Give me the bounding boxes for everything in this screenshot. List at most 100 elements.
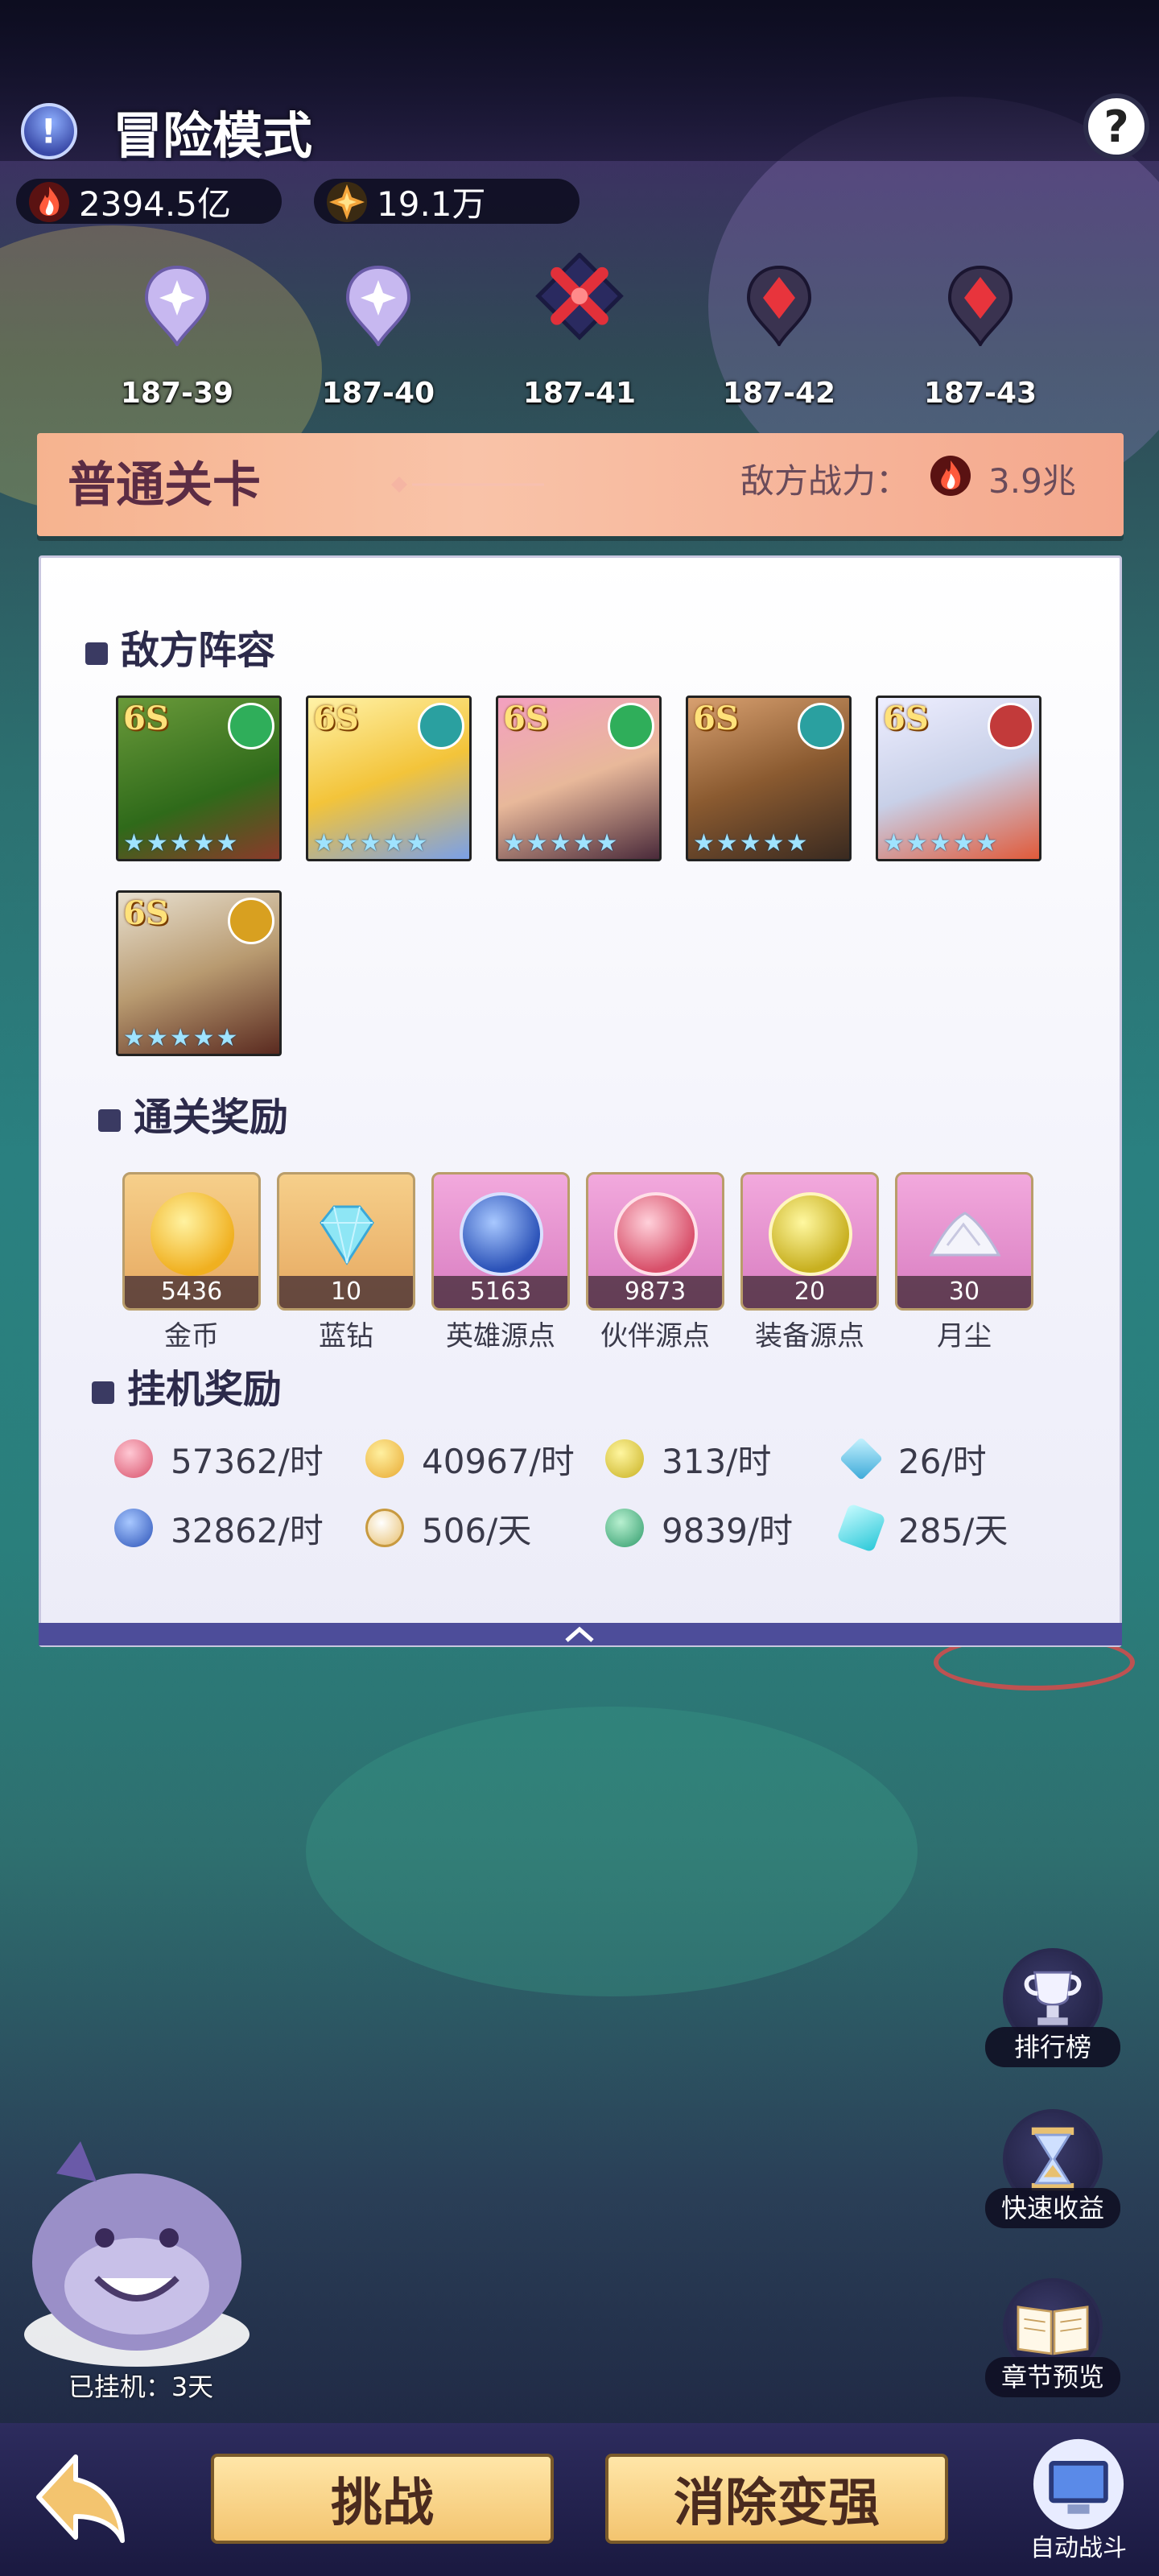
fire-power-icon — [29, 182, 69, 222]
stage-type-title: 普通关卡 — [68, 457, 261, 514]
stage-label: 187-43 — [923, 377, 1037, 410]
stage-banner: 普通关卡 敌方战力： 3.9兆 — [37, 433, 1124, 536]
reward-label: 月尘 — [937, 1320, 992, 1352]
partner-essence-icon — [114, 1439, 153, 1478]
stage-marker[interactable]: 187-43 — [916, 266, 1045, 419]
stage-label: 187-42 — [722, 377, 836, 410]
back-arrow-icon[interactable] — [27, 2446, 132, 2550]
light-faction-icon — [228, 898, 274, 944]
reward-label: 蓝钻 — [319, 1320, 373, 1352]
auto-battle-button[interactable]: 自动战斗 — [1021, 2438, 1136, 2562]
hero-grade-badge: 6S — [883, 700, 929, 737]
hero-stars: ★★★★★ — [883, 829, 1000, 857]
cleared-stage-icon — [144, 266, 210, 346]
idle-reward-value: 32862/时 — [171, 1510, 324, 1550]
chapter-preview-button[interactable]: 章节预览 — [985, 2278, 1120, 2413]
stage-marker[interactable]: 187-42 — [715, 266, 843, 419]
bg-decor — [306, 1707, 918, 1996]
enemy-hero-card[interactable]: 6S ★★★★★ — [116, 696, 282, 861]
star-crystal-icon — [327, 182, 367, 222]
hero-grade-badge: 6S — [693, 700, 739, 737]
gear-essence-icon — [605, 1439, 644, 1478]
reward-item[interactable]: 20 — [740, 1172, 879, 1311]
enemy-power-value: 3.9兆 — [988, 461, 1076, 501]
reward-count: 10 — [279, 1276, 413, 1308]
water-faction-icon — [418, 703, 464, 749]
idle-reward-item: 57362/时 — [114, 1435, 324, 1483]
resource-crystal: 19.1万 — [314, 179, 580, 224]
reward-label: 伙伴源点 — [600, 1320, 710, 1352]
cleared-stage-icon — [345, 266, 411, 346]
hero-essence-icon — [460, 1192, 543, 1276]
hero-stars: ★★★★★ — [123, 1024, 240, 1052]
hero-stars: ★★★★★ — [313, 829, 430, 857]
reward-item[interactable]: 30 — [895, 1172, 1033, 1311]
nature-faction-icon — [228, 703, 274, 749]
idle-reward-item: 313/时 — [605, 1435, 771, 1483]
enemy-lineup-title: 敌方阵容 — [85, 618, 275, 675]
idle-reward-value: 26/时 — [898, 1441, 987, 1481]
water-faction-icon — [798, 703, 844, 749]
hero-essence-icon — [114, 1509, 153, 1547]
hero-grade-badge: 6S — [123, 894, 169, 932]
collapse-arrow-icon — [565, 1626, 594, 1642]
idle-reward-item: 285/天 — [836, 1503, 1008, 1553]
diamond-icon — [320, 1205, 374, 1265]
reward-item[interactable]: 5436 — [122, 1172, 261, 1311]
enemy-hero-card[interactable]: 6S ★★★★★ — [876, 696, 1041, 861]
quick-earnings-button[interactable]: 快速收益 — [985, 2109, 1120, 2244]
idle-reward-value: 313/时 — [662, 1441, 772, 1481]
hero-grade-badge: 6S — [123, 700, 169, 737]
reward-item[interactable]: 9873 — [586, 1172, 724, 1311]
locked-stage-icon — [947, 266, 1013, 346]
locked-stage-icon — [746, 266, 812, 346]
hero-stars: ★★★★★ — [693, 829, 810, 857]
crystal-value: 19.1万 — [377, 184, 486, 224]
idle-reward-item: 40967/时 — [365, 1435, 575, 1483]
help-button[interactable]: ? — [1083, 93, 1149, 159]
enemy-hero-card[interactable]: 6S ★★★★★ — [116, 890, 282, 1056]
hero-stars: ★★★★★ — [503, 829, 620, 857]
idle-reward-value: 57362/时 — [171, 1441, 324, 1481]
upgrade-button[interactable]: 消除变强 — [605, 2454, 948, 2544]
stage-label: 187-41 — [522, 377, 637, 410]
gold-coin-icon — [151, 1192, 234, 1276]
stage-marker[interactable]: 187-39 — [113, 266, 241, 419]
power-value: 2394.5亿 — [79, 184, 231, 224]
challenge-button[interactable]: 挑战 — [211, 2454, 554, 2544]
sparkle-line-icon — [391, 477, 544, 493]
reward-item[interactable]: 5163 — [431, 1172, 570, 1311]
enemy-hero-card[interactable]: 6S ★★★★★ — [686, 696, 852, 861]
leaderboard-label: 排行榜 — [985, 2027, 1120, 2067]
crossed-swords-icon — [535, 253, 624, 341]
enemy-hero-card[interactable]: 6S ★★★★★ — [496, 696, 662, 861]
exclamation-icon: ! — [41, 111, 57, 151]
stage-marker-current[interactable]: 187-41 — [515, 253, 644, 419]
reward-count: 5436 — [125, 1276, 258, 1308]
nature-faction-icon — [608, 703, 654, 749]
idle-reward-value: 9839/时 — [662, 1510, 794, 1550]
enemy-hero-card[interactable]: 6S ★★★★★ — [306, 696, 472, 861]
temple-icon — [605, 1509, 644, 1547]
clear-rewards-title: 通关奖励 — [98, 1085, 288, 1141]
idle-rewards-title: 挂机奖励 — [92, 1357, 282, 1414]
stage-marker[interactable]: 187-40 — [314, 266, 443, 419]
monitor-icon — [1033, 2438, 1124, 2530]
partner-essence-icon — [614, 1192, 698, 1276]
reward-label: 装备源点 — [755, 1320, 864, 1352]
question-icon: ? — [1103, 101, 1129, 152]
quick-earnings-label: 快速收益 — [985, 2188, 1120, 2228]
leaderboard-button[interactable]: 排行榜 — [985, 1948, 1120, 2083]
idle-duration: 已挂机：3天 — [68, 2372, 214, 2402]
diamond-icon — [839, 1436, 884, 1481]
reward-count: 20 — [743, 1276, 876, 1308]
stage-label: 187-40 — [321, 377, 435, 410]
idle-reward-value: 506/天 — [422, 1510, 532, 1550]
panel-collapse-bar[interactable] — [39, 1623, 1122, 1645]
bottom-bar — [0, 2423, 1159, 2576]
resource-power: 2394.5亿 — [16, 179, 282, 224]
reward-item[interactable]: 10 — [277, 1172, 415, 1311]
chapter-preview-label: 章节预览 — [985, 2357, 1120, 2397]
reward-count: 9873 — [588, 1276, 722, 1308]
reward-count: 5163 — [434, 1276, 567, 1308]
